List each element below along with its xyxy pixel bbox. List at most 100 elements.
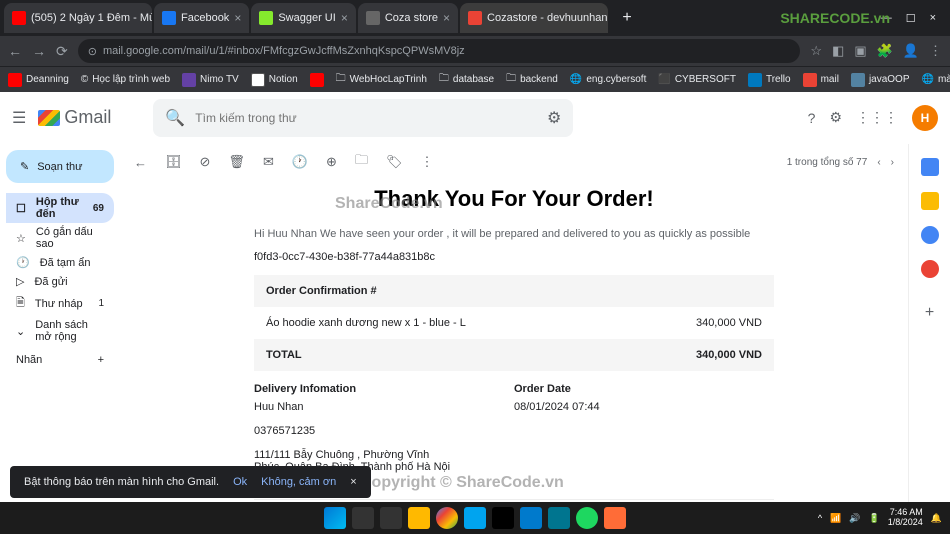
keep-icon[interactable] xyxy=(921,192,939,210)
profile-button[interactable]: 👤 xyxy=(903,43,919,59)
bookmark-item[interactable]: mail xyxy=(803,73,839,87)
search-options-icon[interactable]: ⚙ xyxy=(547,108,561,128)
back-button[interactable]: ← xyxy=(8,43,22,59)
bookmark-item[interactable]: Nimo TV xyxy=(182,73,239,87)
bookmark-item[interactable]: Deanning xyxy=(8,73,69,87)
mysql-icon[interactable] xyxy=(548,507,570,529)
help-icon[interactable]: ? xyxy=(808,110,816,126)
battery-icon[interactable]: 🔋 xyxy=(869,513,880,524)
system-tray[interactable]: ^ 📶 🔊 🔋 7:46 AM 1/8/2024 🔔 xyxy=(818,508,942,528)
gmail-logo[interactable]: Gmail xyxy=(38,107,111,128)
prev-button[interactable]: ‹ xyxy=(877,157,880,168)
bookmark-folder[interactable]: 🗀WebHocLapTrinh xyxy=(336,71,427,88)
new-tab-button[interactable]: + xyxy=(614,5,640,31)
volume-icon[interactable]: 🔊 xyxy=(849,513,860,524)
facebook-icon xyxy=(162,11,176,25)
clock-date: 1/8/2024 xyxy=(888,518,923,528)
tab-youtube[interactable]: (505) 2 Ngày 1 Đêm - Mùa...🔇× xyxy=(4,3,152,33)
label-icon[interactable]: 🏷 xyxy=(386,154,403,170)
search-icon: 🔍 xyxy=(165,108,185,128)
star-icon[interactable]: ☆ xyxy=(810,43,822,59)
bookmark-folder[interactable]: 🗀database xyxy=(439,71,494,88)
bookmark-item[interactable]: 🌐màu xyxy=(922,74,950,85)
add-label-button[interactable]: + xyxy=(98,354,104,366)
settings-icon[interactable]: ⚙ xyxy=(829,109,842,126)
back-icon[interactable]: ← xyxy=(134,155,147,170)
bookmark-item[interactable]: 🌐eng.cybersoft xyxy=(570,74,647,85)
extensions-button[interactable]: 🧩 xyxy=(877,43,893,59)
wifi-icon[interactable]: 📶 xyxy=(830,513,841,524)
word-icon[interactable] xyxy=(464,507,486,529)
tab-swagger[interactable]: Swagger UI× xyxy=(251,3,356,33)
search-input[interactable] xyxy=(195,111,537,125)
start-button[interactable] xyxy=(324,507,346,529)
bookmark-icon: 🌐 xyxy=(570,74,582,85)
taskview-button[interactable] xyxy=(380,507,402,529)
vscode-icon[interactable] xyxy=(520,507,542,529)
close-icon[interactable]: × xyxy=(350,476,356,488)
more-icon[interactable]: ⋮ xyxy=(420,154,433,170)
bookmark-item[interactable]: ©Học lập trình web xyxy=(81,74,170,85)
bookmark-icon xyxy=(8,73,22,87)
draft-icon: 🗎 xyxy=(16,294,25,313)
notification-ok[interactable]: Ok xyxy=(233,476,247,488)
bookmark-item[interactable] xyxy=(310,73,324,87)
spam-icon[interactable]: ⊘ xyxy=(200,154,211,170)
maximize-button[interactable]: ☐ xyxy=(906,12,916,25)
close-icon[interactable]: × xyxy=(341,11,348,25)
url-input[interactable]: ⊙ mail.google.com/mail/u/1/#inbox/FMfcgz… xyxy=(78,39,801,63)
sidebar-more[interactable]: ⌄Danh sách mở rộng xyxy=(6,316,114,346)
tab-gmail[interactable]: Cozastore - devhuunhan@gm...× xyxy=(460,3,608,33)
sidebar-starred[interactable]: ☆Có gắn dấu sao xyxy=(6,223,114,253)
apps-icon[interactable]: ⋮⋮⋮ xyxy=(856,109,898,126)
unread-icon[interactable]: ✉ xyxy=(263,154,274,170)
delete-icon[interactable]: 🗑 xyxy=(228,154,245,170)
sidebar-drafts[interactable]: 🗎Thư nháp1 xyxy=(6,291,114,316)
terminal-icon[interactable] xyxy=(492,507,514,529)
tab-facebook[interactable]: Facebook× xyxy=(154,3,249,33)
close-icon[interactable]: × xyxy=(443,11,450,25)
contacts-icon[interactable] xyxy=(921,260,939,278)
account-avatar[interactable]: H xyxy=(912,105,938,131)
search-button[interactable] xyxy=(352,507,374,529)
chrome-icon[interactable] xyxy=(436,507,458,529)
star-icon: ☆ xyxy=(16,232,26,245)
close-icon[interactable]: × xyxy=(234,11,241,25)
reload-button[interactable]: ⟳ xyxy=(56,43,68,60)
forward-button[interactable]: → xyxy=(32,43,46,59)
extension-icon[interactable]: ▣ xyxy=(854,43,866,59)
sidebar-snoozed[interactable]: 🕐Đã tạm ẩn xyxy=(6,253,114,272)
gmail-m-icon xyxy=(38,110,60,126)
postman-icon[interactable] xyxy=(604,507,626,529)
explorer-icon[interactable] xyxy=(408,507,430,529)
tray-chevron-icon[interactable]: ^ xyxy=(818,513,822,523)
bookmark-item[interactable]: Trello xyxy=(748,73,791,87)
total-price: 340,000 VND xyxy=(696,349,762,361)
notification-dismiss[interactable]: Không, cảm ơn xyxy=(261,476,336,488)
search-bar[interactable]: 🔍 ⚙ xyxy=(153,99,573,137)
snooze-icon[interactable]: 🕐 xyxy=(292,154,308,170)
tab-coza[interactable]: Coza store× xyxy=(358,3,458,33)
sidebar-sent[interactable]: ▷Đã gửi xyxy=(6,272,114,291)
sidebar-inbox[interactable]: ☐Hộp thư đến69 xyxy=(6,193,114,223)
compose-button[interactable]: ✎Soạn thư xyxy=(6,150,114,183)
bookmark-item[interactable]: javaOOP xyxy=(851,73,910,87)
spotify-icon[interactable] xyxy=(576,507,598,529)
move-icon[interactable]: 🗀 xyxy=(355,151,368,173)
total-label: TOTAL xyxy=(266,349,302,361)
archive-icon[interactable]: 🗄 xyxy=(165,154,182,170)
addtask-icon[interactable]: ⊕ xyxy=(326,154,337,170)
calendar-icon[interactable] xyxy=(921,158,939,176)
close-window-button[interactable]: × xyxy=(930,12,936,25)
extension-icon[interactable]: ◧ xyxy=(832,43,844,59)
bookmark-folder[interactable]: 🗀backend xyxy=(506,71,558,88)
bookmark-item[interactable]: ⬛CYBERSOFT xyxy=(658,74,736,85)
bookmark-icon xyxy=(182,73,196,87)
notifications-icon[interactable]: 🔔 xyxy=(931,513,942,524)
menu-button[interactable]: ⋮ xyxy=(929,43,942,59)
tasks-icon[interactable] xyxy=(921,226,939,244)
next-button[interactable]: › xyxy=(891,157,894,168)
menu-icon[interactable]: ☰ xyxy=(12,108,26,128)
addons-button[interactable]: + xyxy=(925,304,934,322)
bookmark-item[interactable]: Notion xyxy=(251,73,298,87)
